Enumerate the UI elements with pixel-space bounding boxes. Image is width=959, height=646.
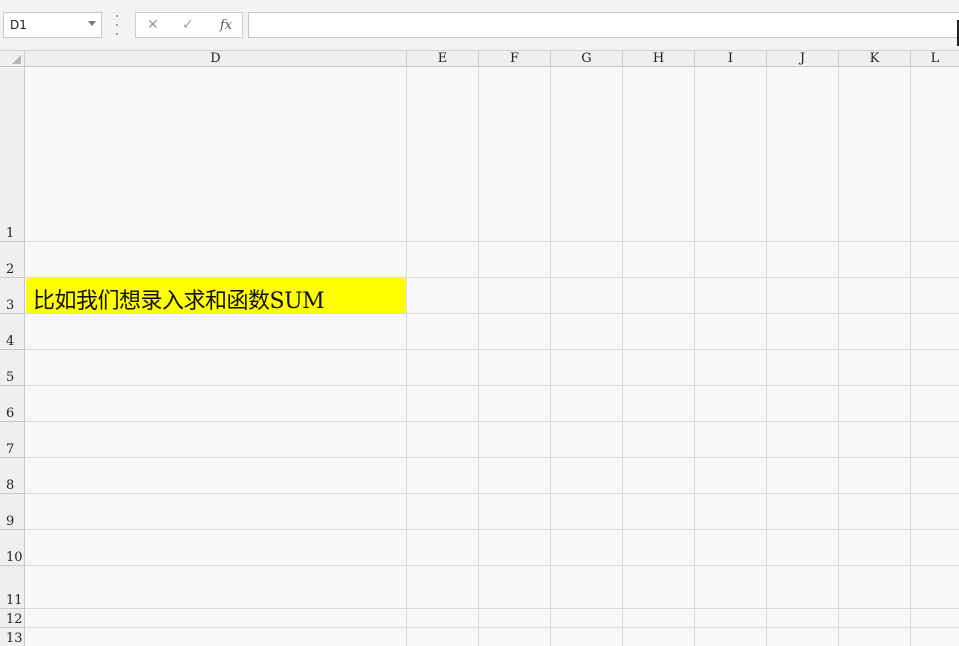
gridline	[622, 67, 623, 646]
row-header-6[interactable]: 6	[0, 386, 25, 422]
row-header-11[interactable]: 11	[0, 566, 25, 609]
row-number: 8	[6, 478, 15, 493]
gridline	[25, 349, 959, 350]
gridline	[25, 493, 959, 494]
gridline	[478, 67, 479, 646]
select-all-triangle-icon	[12, 55, 21, 64]
gridline	[25, 627, 959, 628]
gridline	[910, 67, 911, 646]
row-header-9[interactable]: 9	[0, 494, 25, 530]
row-header-2[interactable]: 2	[0, 242, 25, 278]
row-number: 9	[6, 514, 15, 529]
row-header-13[interactable]: 13	[0, 628, 25, 646]
row-number: 12	[6, 612, 23, 627]
gridline	[25, 457, 959, 458]
row-number: 7	[6, 442, 15, 457]
column-header-l[interactable]: L	[911, 51, 959, 67]
column-header-k[interactable]: K	[839, 51, 911, 67]
row-header-4[interactable]: 4	[0, 314, 25, 350]
column-header-j[interactable]: J	[767, 51, 839, 67]
row-number: 3	[6, 298, 15, 313]
row-number: 11	[6, 593, 23, 608]
formula-input[interactable]	[248, 12, 959, 38]
row-number: 5	[6, 370, 15, 385]
gridline	[550, 67, 551, 646]
gridline	[25, 241, 959, 242]
column-header-e[interactable]: E	[407, 51, 479, 67]
row-header-12[interactable]: 12	[0, 609, 25, 628]
gridline	[25, 529, 959, 530]
row-header-1[interactable]: 1	[0, 67, 25, 242]
row-number: 4	[6, 334, 15, 349]
select-all-button[interactable]	[0, 51, 25, 67]
name-box[interactable]: D1	[3, 12, 102, 38]
gridline	[406, 67, 407, 646]
gridline	[25, 608, 959, 609]
row-header-3[interactable]: 3	[0, 278, 25, 314]
name-box-value: D1	[10, 18, 27, 32]
gridline	[25, 565, 959, 566]
formula-tools: ✕ ✓ fx	[135, 12, 243, 38]
enter-icon[interactable]: ✓	[182, 17, 194, 33]
row-number: 10	[6, 550, 23, 565]
row-header-8[interactable]: 8	[0, 458, 25, 494]
column-header-d[interactable]: D	[25, 51, 407, 67]
column-header-f[interactable]: F	[479, 51, 551, 67]
formula-bar-area: D1 ✕ ✓ fx	[0, 0, 959, 51]
gridline	[694, 67, 695, 646]
row-header-10[interactable]: 10	[0, 530, 25, 566]
column-header-h[interactable]: H	[623, 51, 695, 67]
column-header-g[interactable]: G	[551, 51, 623, 67]
gridline	[838, 67, 839, 646]
gridline	[25, 421, 959, 422]
gridline	[766, 67, 767, 646]
gridline	[25, 385, 959, 386]
insert-function-icon[interactable]: fx	[220, 18, 232, 33]
row-header-7[interactable]: 7	[0, 422, 25, 458]
row-number: 2	[6, 262, 15, 277]
column-header-i[interactable]: I	[695, 51, 767, 67]
cancel-icon[interactable]: ✕	[147, 17, 159, 33]
cell-d3-text: 比如我们想录入求和函数SUM	[33, 289, 325, 314]
row-header-5[interactable]: 5	[0, 350, 25, 386]
cell-grid[interactable]	[25, 67, 959, 646]
row-number: 1	[6, 226, 15, 241]
row-number: 6	[6, 406, 15, 421]
drag-handle-icon[interactable]	[115, 15, 119, 35]
chevron-down-icon[interactable]	[88, 21, 96, 26]
row-number: 13	[6, 631, 23, 646]
